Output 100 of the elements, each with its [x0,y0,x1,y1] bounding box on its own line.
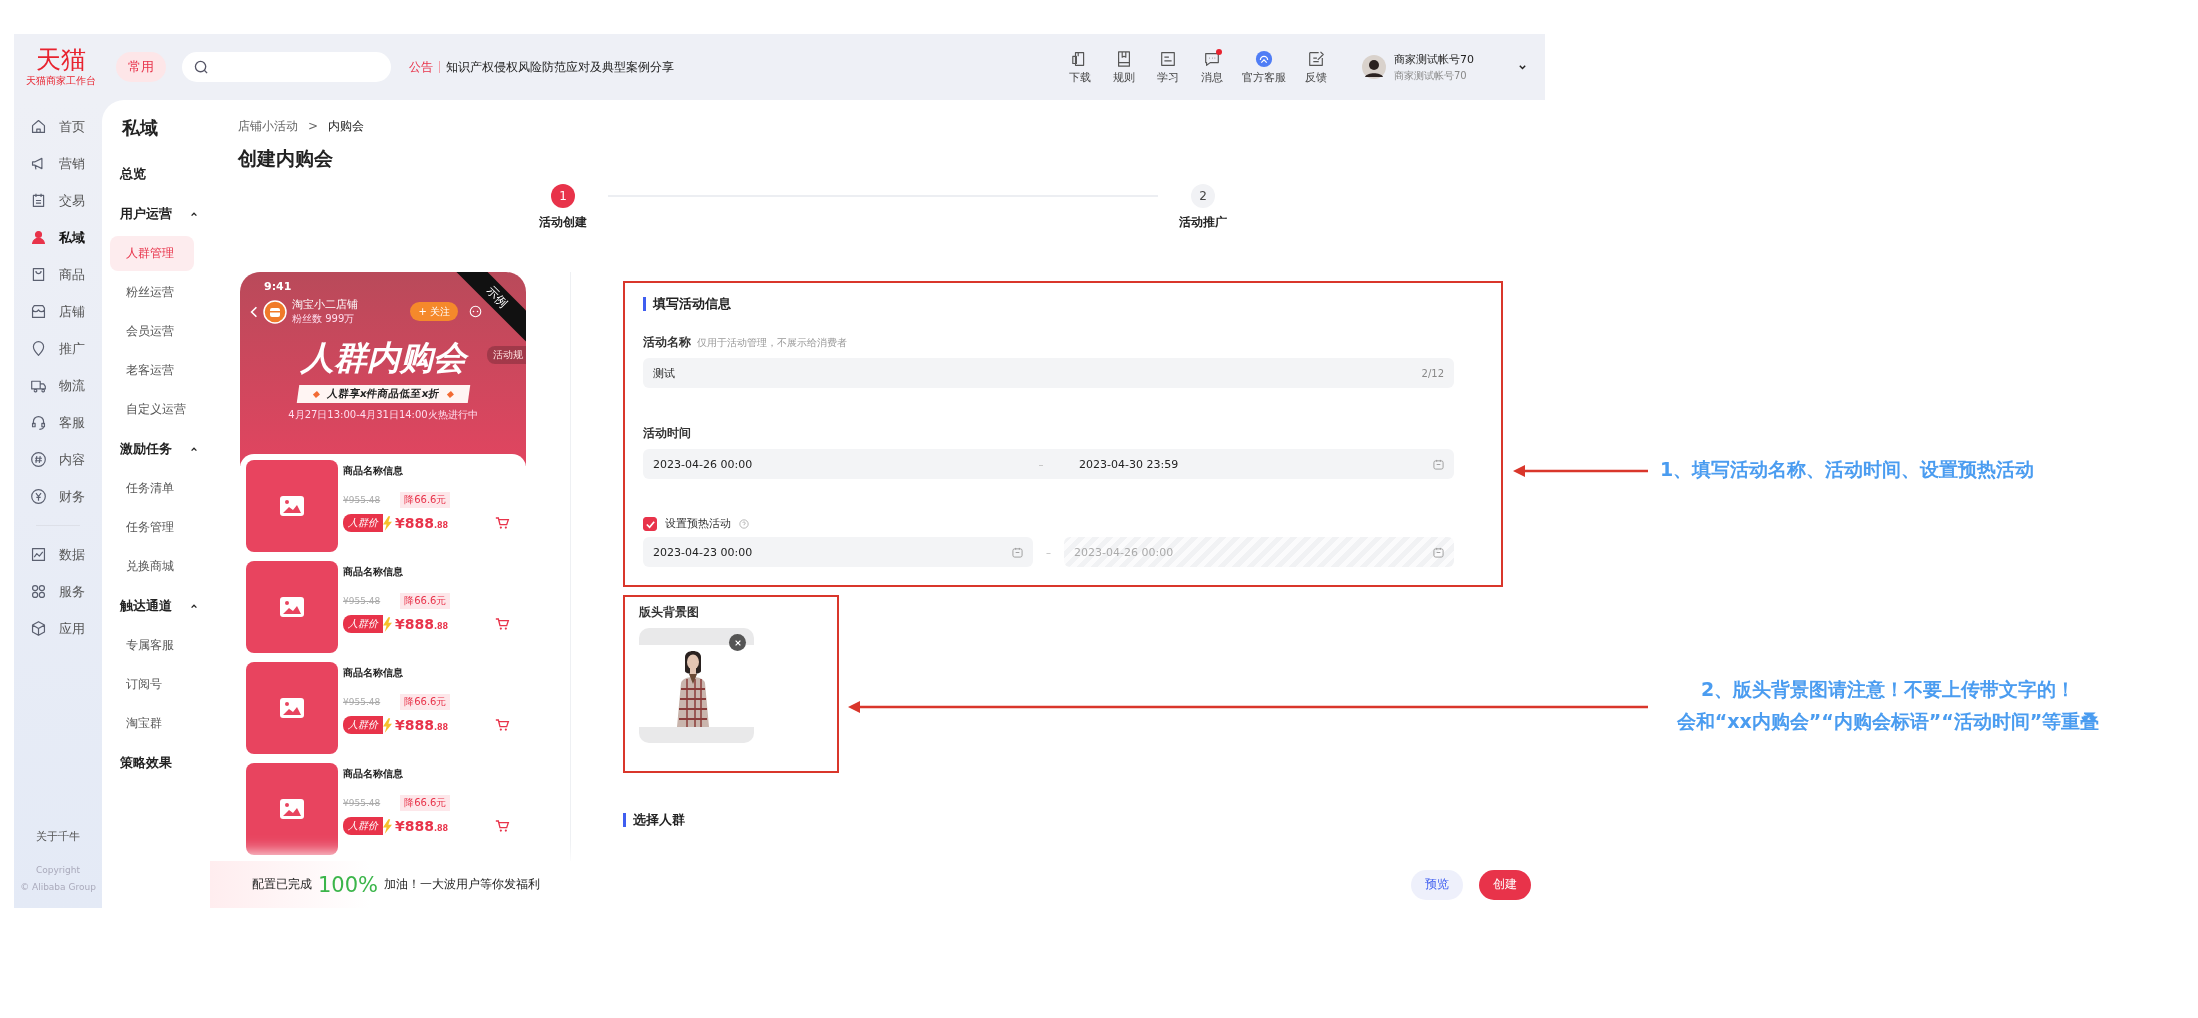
price-tag: 人群价 [343,514,383,532]
sidebar-item[interactable]: 人群管理 [110,236,194,271]
create-button[interactable]: 创建 [1479,869,1531,900]
price-tag: 人群价 [343,615,383,633]
nav-item[interactable]: 交易 [14,182,102,219]
product-name: 商品名称信息 [343,666,404,680]
section-title: 填写活动信息 [643,297,1483,311]
start-date: 2023-04-23 00:00 [653,545,753,559]
end-date: 2023-04-26 00:00 [1074,545,1174,559]
toolbar-button[interactable]: 下载 [1062,49,1098,85]
sidebar-section[interactable]: 触达通道 [110,586,238,626]
field-label: 活动时间 [643,426,691,441]
logo[interactable]: 天猫 [36,46,86,74]
original-price: ¥955.48 [343,495,381,505]
company-text: © Alibaba Group [20,881,96,894]
toolbar-button[interactable]: 学习 [1150,49,1186,85]
product-name: 商品名称信息 [343,767,404,781]
price: ¥888.88 [395,616,449,632]
price: ¥888.88 [395,717,449,733]
breadcrumb-separator: > [308,119,319,133]
about-link[interactable]: 关于千牛 [36,829,80,844]
sidebar-title: 私域 [122,116,159,140]
nav-item[interactable]: 首页 [14,108,102,145]
discount-tag: 降66.6元 [400,694,451,710]
toolbar-button[interactable]: 规则 [1106,49,1142,85]
sidebar-item[interactable]: 会员运营 [110,314,194,349]
status-time: 9:41 [264,280,292,293]
char-counter: 2/12 [1421,367,1444,379]
price-tag: 人群价 [343,716,383,734]
step-number: 2 [1191,184,1215,208]
step-label: 活动创建 [539,215,587,230]
account-subname: 商家测试帐号70 [1394,68,1468,83]
checkbox-label: 设置预热活动 [665,517,731,531]
end-date: 2023-04-30 23:59 [1079,457,1179,471]
nav-item[interactable]: 客服 [14,404,102,441]
breadcrumb-link[interactable]: 内购会 [328,117,365,135]
frequent-button[interactable]: 常用 [116,52,166,82]
preview-button[interactable]: 预览 [1411,869,1463,900]
date-field[interactable]: 2023-04-23 00:00 [643,537,1033,567]
sidebar-item[interactable]: 任务清单 [110,471,194,506]
toolbar-button[interactable]: 反馈 [1298,49,1334,85]
field-hint: 仅用于活动管理，不展示给消费者 [697,336,847,350]
sidebar-item[interactable]: 自定义运营 [110,392,194,427]
range-separator: – [1037,458,1045,470]
nav-item[interactable]: 营销 [14,145,102,182]
page-title: 创建内购会 [238,146,334,171]
price-tag: 人群价 [343,817,383,835]
nav-item[interactable]: 私域 [14,219,102,256]
price: ¥888.88 [395,818,449,834]
sidebar-item[interactable]: 淘宝群 [110,706,194,741]
discount-tag: 降66.6元 [400,492,451,508]
nav-item[interactable]: 数据 [14,536,102,573]
nav-item[interactable]: 商品 [14,256,102,293]
sidebar-item[interactable]: 兑换商城 [110,549,194,584]
logo-subtitle: 天猫商家工作台 [26,74,96,88]
sidebar-section[interactable]: 激励任务 [110,429,238,469]
nav-item[interactable]: 财务 [14,478,102,515]
sidebar-section[interactable]: 策略效果 [110,743,238,783]
annotation-text: 2、版头背景图请注意！不要上传带文字的！ [1700,677,2076,702]
product-name: 商品名称信息 [343,565,404,579]
account-name: 商家测试帐号70 [1394,51,1474,67]
breadcrumb-link[interactable]: 店铺小活动 [238,117,298,135]
progress-label: 配置已完成 [252,876,312,893]
slogan-banner: 人群享x件商品低至x折 [296,385,470,403]
range-separator: – [1045,546,1052,558]
time-range: 4月27日13:00-4月31日14:00火热进行中 [288,408,478,422]
nav-item[interactable]: 服务 [14,573,102,610]
rules-tag[interactable]: 活动规 [487,346,526,364]
sidebar-section[interactable]: 总览 [110,154,238,194]
annotation-text: 会和“xx内购会”“内购会标语”“活动时间”等重叠 [1676,709,2100,734]
nav-item[interactable]: 店铺 [14,293,102,330]
fans-count: 粉丝数 999万 [292,312,356,326]
step-number: 1 [551,184,575,208]
nav-item[interactable]: 物流 [14,367,102,404]
sidebar-item[interactable]: 专属客服 [110,628,194,663]
sidebar-section[interactable]: 用户运营 [110,194,238,234]
original-price: ¥955.48 [343,798,381,808]
nav-item[interactable]: 推广 [14,330,102,367]
shop-name: 淘宝小二店铺 [292,297,358,312]
sidebar-item[interactable]: 粉丝运营 [110,275,194,310]
toolbar-button[interactable]: 消息 [1194,49,1230,85]
toolbar-button[interactable]: 官方客服 [1238,49,1290,85]
sidebar-item[interactable]: 订阅号 [110,667,194,702]
field-value: 测试 [653,365,675,381]
date-range-field[interactable]: 2023-04-26 00:00 – 2023-04-30 23:59 [643,449,1454,479]
price: ¥888.88 [395,515,449,531]
nav-item[interactable]: 内容 [14,441,102,478]
nav-item[interactable]: 应用 [14,610,102,647]
product-name: 商品名称信息 [343,464,404,478]
copyright-text: Copyright [36,864,80,877]
sidebar-item[interactable]: 老客运营 [110,353,194,388]
notice-link[interactable]: 知识产权侵权风险防范应对及典型案例分享 [446,58,674,76]
field-label: 版头背景图 [639,605,700,620]
sidebar-item[interactable]: 任务管理 [110,510,194,545]
annotation-text: 1、填写活动名称、活动时间、设置预热活动 [1660,457,2035,482]
step-label: 活动推广 [1179,215,1227,230]
input-field[interactable]: 测试 2/12 [643,358,1454,388]
section-title: 选择人群 [623,813,685,827]
original-price: ¥955.48 [343,697,381,707]
discount-tag: 降66.6元 [400,795,451,811]
